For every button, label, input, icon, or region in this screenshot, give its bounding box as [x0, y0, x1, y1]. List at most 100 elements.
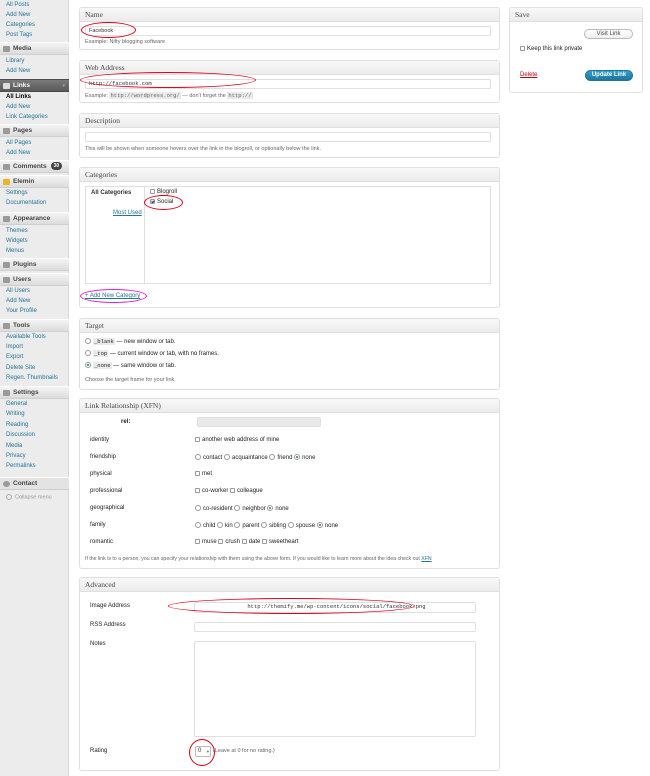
xfn-radio[interactable]: [287, 522, 294, 528]
xfn-option[interactable]: parent: [234, 522, 259, 529]
sidebar-menu-plugins[interactable]: Plugins: [0, 258, 69, 271]
xfn-checkbox[interactable]: [218, 539, 224, 544]
sidebar-item-themes[interactable]: Themes: [6, 228, 28, 234]
xfn-option[interactable]: co-resident: [195, 505, 233, 512]
sidebar-item-all-links[interactable]: All Links: [6, 94, 31, 100]
keep-private-option[interactable]: Keep this link private: [520, 46, 582, 52]
sidebar-item-discussion[interactable]: Discussion: [6, 432, 35, 438]
xfn-option[interactable]: kin: [217, 522, 233, 529]
xfn-radio[interactable]: [294, 454, 301, 460]
xfn-option[interactable]: none: [267, 505, 289, 512]
xfn-option[interactable]: acquaintance: [224, 454, 268, 461]
xfn-option[interactable]: muse: [195, 539, 217, 545]
sidebar-item-library[interactable]: Library: [6, 58, 24, 64]
xfn-checkbox[interactable]: [262, 539, 268, 544]
tab-all-categories[interactable]: All Categories: [91, 190, 131, 196]
xfn-radio[interactable]: [234, 505, 241, 511]
xfn-option[interactable]: none: [294, 454, 315, 461]
keep-private-checkbox[interactable]: [520, 46, 525, 51]
sidebar-item-elemin-settings[interactable]: Settings: [6, 190, 28, 196]
rel-input[interactable]: [197, 417, 321, 427]
sidebar-menu-pages[interactable]: Pages: [0, 124, 69, 137]
xfn-radio[interactable]: [261, 522, 268, 528]
image-address-input[interactable]: http://themify.me/wp-content/icons/socia…: [194, 602, 476, 613]
sidebar-item-add-post[interactable]: Add New: [6, 12, 30, 18]
xfn-radio[interactable]: [267, 505, 274, 511]
xfn-radio[interactable]: [195, 454, 201, 460]
xfn-radio[interactable]: [234, 522, 241, 528]
category-checkbox[interactable]: [150, 199, 155, 204]
xfn-option[interactable]: colleague: [230, 488, 263, 494]
sidebar-menu-comments[interactable]: Comments 30: [0, 160, 69, 173]
notes-textarea[interactable]: [194, 641, 476, 737]
xfn-option[interactable]: friend: [269, 454, 292, 461]
collapse-menu-button[interactable]: Collapse menu: [6, 494, 52, 500]
xfn-option[interactable]: sibling: [261, 522, 286, 529]
sidebar-item-post-tags[interactable]: Post Tags: [6, 32, 32, 38]
xfn-radio[interactable]: [195, 522, 201, 528]
sidebar-item-import[interactable]: Import: [6, 344, 23, 350]
sidebar-item-general[interactable]: General: [6, 401, 27, 407]
sidebar-menu-elemin[interactable]: Elemin: [0, 175, 69, 188]
target-option-top[interactable]: _top — current window or tab, with no fr…: [85, 350, 219, 357]
target-radio[interactable]: [85, 350, 91, 357]
xfn-radio[interactable]: [269, 454, 276, 460]
xfn-radio[interactable]: [195, 505, 201, 511]
xfn-checkbox[interactable]: [230, 488, 236, 493]
rss-address-input[interactable]: [194, 622, 476, 632]
xfn-option[interactable]: date: [241, 539, 260, 545]
sidebar-menu-appearance[interactable]: Appearance: [0, 212, 69, 225]
xfn-option[interactable]: crush: [218, 539, 240, 545]
sidebar-item-all-posts[interactable]: All Posts: [6, 2, 29, 8]
category-item-social[interactable]: Social: [150, 199, 173, 205]
category-item-blogroll[interactable]: Blogroll: [150, 189, 177, 195]
xfn-option[interactable]: met: [195, 471, 212, 477]
sidebar-item-add-page[interactable]: Add New: [6, 150, 30, 156]
xfn-radio[interactable]: [316, 522, 323, 528]
name-input[interactable]: Facebook: [85, 26, 491, 36]
sidebar-menu-users[interactable]: Users: [0, 273, 69, 286]
sidebar-item-reading[interactable]: Reading: [6, 422, 28, 428]
xfn-option[interactable]: another web address of mine: [195, 437, 279, 443]
sidebar-menu-settings[interactable]: Settings: [0, 386, 69, 399]
sidebar-menu-tools[interactable]: Tools: [0, 319, 69, 332]
sidebar-item-add-user[interactable]: Add New: [6, 298, 30, 304]
xfn-checkbox[interactable]: [195, 471, 200, 476]
xfn-option[interactable]: contact: [195, 454, 222, 461]
xfn-option[interactable]: none: [316, 522, 338, 529]
xfn-checkbox[interactable]: [195, 488, 200, 493]
sidebar-item-widgets[interactable]: Widgets: [6, 238, 28, 244]
sidebar-item-settings-media[interactable]: Media: [6, 443, 22, 449]
sidebar-menu-links[interactable]: Links ▾: [0, 79, 69, 92]
target-radio[interactable]: [85, 338, 91, 345]
sidebar-item-available-tools[interactable]: Available Tools: [6, 334, 46, 340]
sidebar-item-menus[interactable]: Menus: [6, 248, 24, 254]
xfn-checkbox[interactable]: [195, 539, 200, 544]
xfn-radio[interactable]: [217, 522, 224, 528]
xfn-option[interactable]: spouse: [287, 522, 315, 529]
tab-most-used[interactable]: Most Used: [113, 210, 142, 216]
sidebar-item-your-profile[interactable]: Your Profile: [6, 308, 37, 314]
description-input[interactable]: [85, 132, 491, 142]
sidebar-item-link-categories[interactable]: Link Categories: [6, 114, 48, 120]
sidebar-item-documentation[interactable]: Documentation: [6, 200, 46, 206]
xfn-checkbox[interactable]: [195, 437, 200, 442]
sidebar-menu-media[interactable]: Media: [0, 42, 69, 55]
sidebar-item-writing[interactable]: Writing: [6, 411, 25, 417]
sidebar-item-delete-site[interactable]: Delete Site: [6, 365, 35, 371]
target-radio[interactable]: [85, 362, 91, 369]
xfn-radio[interactable]: [224, 454, 231, 460]
xfn-checkbox[interactable]: [241, 539, 247, 544]
category-checkbox[interactable]: [150, 189, 155, 194]
sidebar-item-all-pages[interactable]: All Pages: [6, 140, 31, 146]
update-link-button[interactable]: Update Link: [585, 70, 633, 81]
xfn-option[interactable]: sweetheart: [262, 539, 298, 545]
xfn-option[interactable]: child: [195, 522, 215, 529]
xfn-option[interactable]: neighbor: [234, 505, 266, 512]
target-option-blank[interactable]: _blank — new window or tab.: [85, 338, 176, 345]
sidebar-item-all-users[interactable]: All Users: [6, 288, 30, 294]
sidebar-item-add-media[interactable]: Add New: [6, 68, 30, 74]
sidebar-item-regen-thumbnails[interactable]: Regen. Thumbnails: [6, 375, 58, 381]
sidebar-item-permalinks[interactable]: Permalinks: [6, 463, 36, 469]
sidebar-item-export[interactable]: Export: [6, 354, 23, 360]
